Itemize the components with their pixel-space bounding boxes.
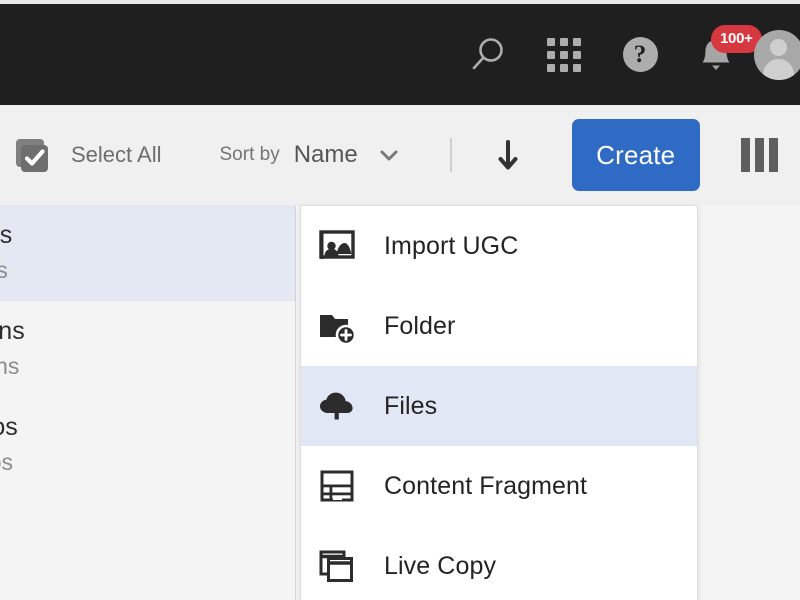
- list-item-title: deos: [0, 221, 13, 249]
- menu-item-label: Files: [384, 391, 438, 420]
- global-header: ? 100+: [0, 4, 800, 105]
- app-grid-icon: [547, 37, 581, 72]
- sort-direction-button[interactable]: [492, 135, 524, 175]
- user-avatar-button[interactable]: [754, 4, 800, 105]
- new-folder-icon: [317, 306, 357, 346]
- select-all-icon: [16, 139, 48, 172]
- list-item[interactable]: udios udios: [0, 397, 295, 493]
- chevron-down-icon: [380, 150, 398, 161]
- sort-dropdown-button[interactable]: [374, 140, 404, 170]
- toolbar-divider: [449, 138, 452, 172]
- create-button[interactable]: Create: [571, 119, 700, 191]
- avatar: [754, 29, 800, 80]
- notifications-button[interactable]: 100+: [678, 4, 762, 105]
- menu-item-label: Folder: [384, 311, 456, 340]
- menu-item-label: Content Fragment: [384, 471, 588, 500]
- create-menu-popover: Import UGC Folder Files Content Fragment…: [300, 205, 698, 600]
- select-all-label: Select All: [71, 142, 162, 167]
- column-bar: [768, 138, 778, 172]
- app-switcher-button[interactable]: [526, 4, 602, 105]
- action-toolbar: Select All Sort by Name Create: [0, 105, 800, 205]
- import-ugc-icon: [317, 226, 357, 266]
- select-all-button[interactable]: Select All: [8, 131, 162, 179]
- menu-item-files[interactable]: Files: [301, 366, 697, 446]
- bell-wrapper: 100+: [694, 24, 762, 77]
- list-item-title: udios: [0, 413, 18, 441]
- menu-item-label: Import UGC: [384, 231, 519, 260]
- menu-item-import-ugc[interactable]: Import UGC: [301, 206, 697, 286]
- column-bar: [754, 138, 764, 172]
- menu-item-label: Live Copy: [384, 551, 497, 580]
- search-button[interactable]: [450, 4, 526, 105]
- column-bar: [740, 138, 750, 172]
- help-icon: ?: [622, 37, 658, 72]
- avatar-body: [763, 58, 794, 80]
- avatar-head: [770, 38, 787, 56]
- sort-value[interactable]: Name: [294, 141, 358, 169]
- column-view-toggle-button[interactable]: [736, 132, 782, 178]
- assets-column-list: deos deos ptions ptions udios udios: [0, 205, 296, 600]
- list-item[interactable]: deos deos: [0, 205, 295, 301]
- arrow-down-icon: [498, 140, 518, 170]
- list-item[interactable]: ptions ptions: [0, 301, 295, 397]
- sort-control: Sort by Name: [220, 135, 524, 175]
- sort-by-label: Sort by: [219, 144, 280, 165]
- content-area: deos deos ptions ptions udios udios: [0, 205, 800, 600]
- menu-item-content-fragment[interactable]: Content Fragment: [301, 446, 697, 526]
- search-icon: [472, 37, 503, 69]
- help-button[interactable]: ?: [602, 4, 678, 105]
- list-item-title: ptions: [0, 317, 25, 345]
- app-root: ? 100+ Select All Sort by Name Create s …: [0, 0, 800, 600]
- cloud-upload-icon: [317, 386, 357, 426]
- header-icon-group: ? 100+: [450, 4, 800, 105]
- content-fragment-icon: [317, 466, 357, 506]
- menu-item-live-copy[interactable]: Live Copy: [301, 526, 697, 600]
- list-item-subtitle: udios: [0, 449, 13, 475]
- live-copy-icon: [317, 546, 357, 586]
- list-item-subtitle: ptions: [0, 353, 20, 379]
- list-item-subtitle: deos: [0, 257, 295, 284]
- menu-item-folder[interactable]: Folder: [301, 286, 697, 366]
